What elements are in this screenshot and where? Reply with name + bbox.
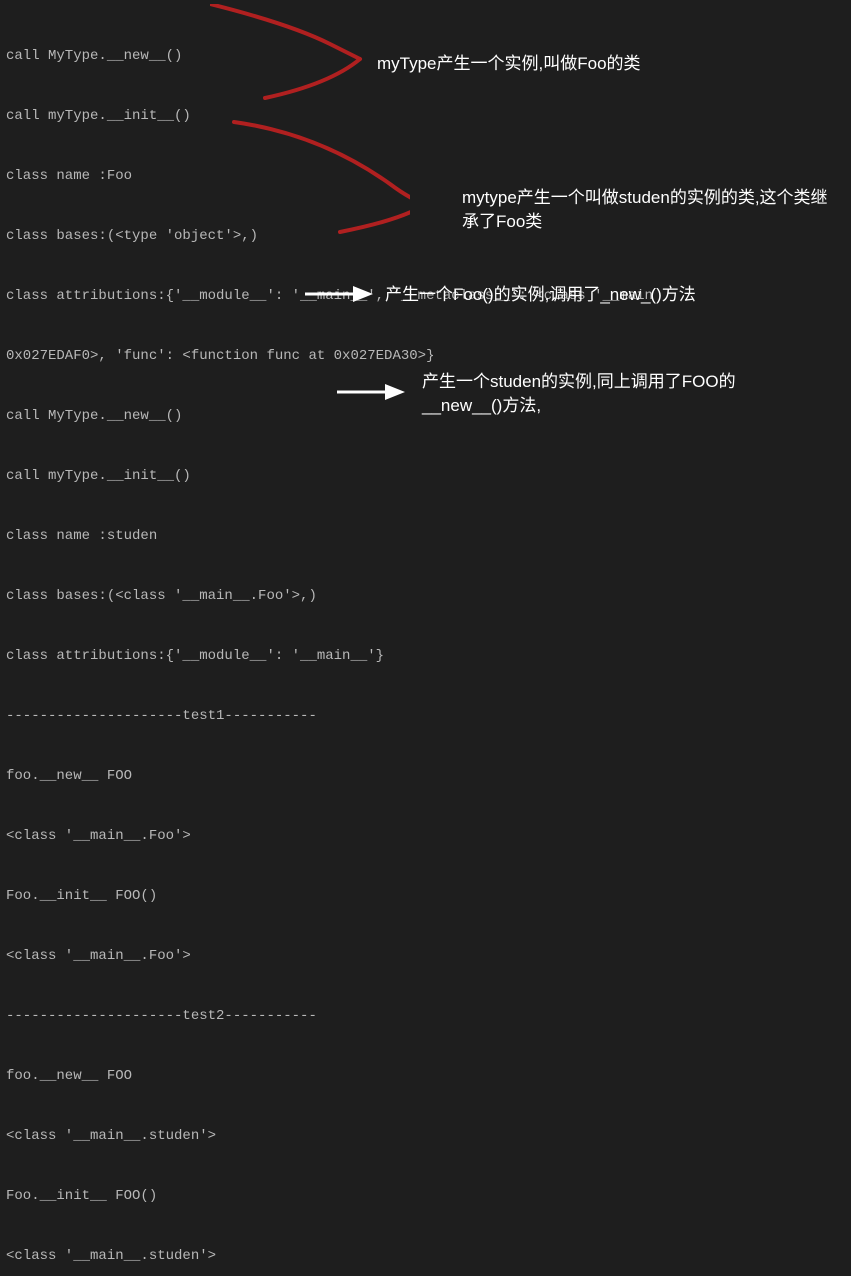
terminal-line: 0x027EDAF0>, 'func': <function func at 0… xyxy=(6,346,851,366)
terminal-line: class name :Foo xyxy=(6,166,851,186)
terminal-line: ---------------------test1----------- xyxy=(6,706,851,726)
annotation-foo-new: 产生一个Foo()的实例,调用了_new_()方法 xyxy=(385,283,765,307)
terminal-line: <class '__main__.Foo'> xyxy=(6,826,851,846)
terminal-line: foo.__new__ FOO xyxy=(6,1066,851,1086)
terminal-line: class bases:(<class '__main__.Foo'>,) xyxy=(6,586,851,606)
arrow-icon xyxy=(335,380,405,404)
terminal-line: foo.__new__ FOO xyxy=(6,766,851,786)
terminal-line: class attributions:{'__module__': '__mai… xyxy=(6,646,851,666)
terminal-line: call myType.__init__() xyxy=(6,466,851,486)
arrow-icon xyxy=(303,282,373,306)
terminal-line: <class '__main__.studen'> xyxy=(6,1246,851,1266)
terminal-line: Foo.__init__ FOO() xyxy=(6,886,851,906)
terminal-line: class name :studen xyxy=(6,526,851,546)
terminal-line: <class '__main__.studen'> xyxy=(6,1126,851,1146)
terminal-line: Foo.__init__ FOO() xyxy=(6,1186,851,1206)
annotation-studen-new: 产生一个studen的实例,同上调用了FOO的__new__()方法, xyxy=(422,370,802,418)
terminal-line: <class '__main__.Foo'> xyxy=(6,946,851,966)
annotation-mytype-foo: myType产生一个实例,叫做Foo的类 xyxy=(377,52,757,76)
annotation-mytype-studen: mytype产生一个叫做studen的实例的类,这个类继承了Foo类 xyxy=(462,186,842,234)
terminal-line: ---------------------test2----------- xyxy=(6,1006,851,1026)
terminal-line: call myType.__init__() xyxy=(6,106,851,126)
